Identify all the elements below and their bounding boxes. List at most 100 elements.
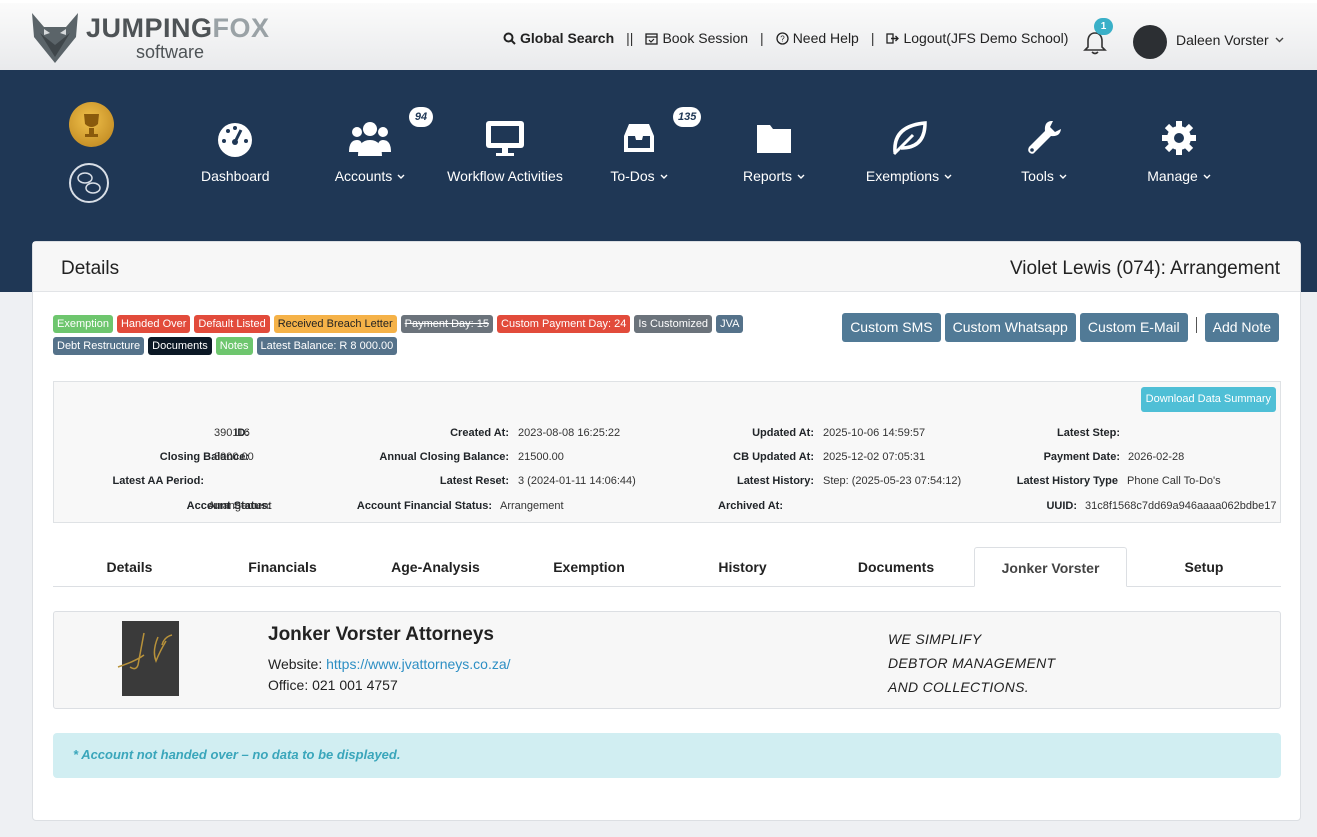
jv-title: Jonker Vorster Attorneys — [268, 624, 494, 645]
info-row: Latest AA Period: Latest Reset: 3 (2024-… — [54, 475, 1280, 489]
help-icon: ? — [776, 31, 789, 45]
status-badge: Is Customized — [634, 315, 713, 333]
info-row: ID: 390116 Created At: 2023-08-08 16:25:… — [54, 427, 1280, 441]
page-title: Details — [61, 258, 120, 279]
nav-tools[interactable]: Tools — [1020, 118, 1068, 184]
global-search-link[interactable]: Global Search — [503, 30, 614, 46]
jv-slogan-line: DEBTOR MANAGEMENT — [888, 655, 1056, 671]
cb-updated-value: 2025-12-02 07:05:31 — [823, 451, 926, 463]
status-badges: Exemption Handed Over Default Listed Rec… — [53, 315, 773, 359]
latest-history-type-label: Latest History Type — [1016, 475, 1118, 487]
dashboard-icon — [218, 123, 252, 157]
jv-signature-icon — [117, 632, 173, 670]
nav-exemptions-label: Exemptions — [865, 168, 940, 184]
jumpingfox-logo[interactable]: JUMPINGFOX software — [30, 9, 270, 67]
nav-dashboard[interactable]: Dashboard — [201, 118, 270, 184]
nav-dashboard-label: Dashboard — [201, 168, 270, 184]
payment-date-label: Payment Date: — [1043, 451, 1120, 463]
nav-exemptions[interactable]: Exemptions — [865, 118, 953, 184]
alert-text: * Account not handed over – no data to b… — [73, 747, 401, 762]
separator: | — [870, 30, 875, 46]
status-badge: Latest Balance: R 8 000.00 — [256, 337, 398, 355]
need-help-label: Need Help — [792, 30, 859, 46]
jv-website-label: Website: — [268, 656, 323, 672]
annual-closing-label: Annual Closing Balance: — [379, 451, 509, 463]
nav-reports-label: Reports — [742, 168, 793, 184]
nav-manage-label: Manage — [1147, 168, 1198, 184]
nav-accounts-label: Accounts — [334, 168, 393, 184]
add-note-button[interactable]: Add Note — [1204, 313, 1279, 342]
nav-workflow-activities[interactable]: Workflow Activities — [446, 118, 564, 184]
tab-details[interactable]: Details — [53, 547, 206, 587]
chevron-down-icon — [1203, 174, 1211, 179]
status-badge: Default Listed — [194, 315, 270, 333]
brand-name-2: FOX — [212, 13, 270, 43]
cb-updated-label: CB Updated At: — [733, 451, 814, 463]
jv-logo — [117, 621, 179, 696]
todos-count-badge: 135 — [673, 107, 702, 127]
status-badge: Notes — [215, 337, 253, 355]
trophy-cup-icon — [84, 114, 99, 137]
chevron-down-icon — [1059, 174, 1067, 179]
chevron-down-icon — [397, 174, 405, 179]
need-help-link[interactable]: ? Need Help — [776, 30, 859, 46]
updated-value: 2025-10-06 14:59:57 — [823, 427, 926, 439]
latest-aa-label: Latest AA Period: — [112, 475, 204, 487]
account-title: Violet Lewis (074): Arrangement — [1009, 258, 1280, 279]
info-alert: * Account not handed over – no data to b… — [53, 733, 1281, 778]
custom-email-button[interactable]: Custom E-Mail — [1079, 313, 1188, 342]
separator: | — [760, 30, 764, 46]
logout-icon — [886, 32, 900, 44]
nav-todos[interactable]: To-Dos — [609, 118, 669, 184]
financial-status-label: Account Financial Status: — [356, 500, 492, 512]
custom-sms-button[interactable]: Custom SMS — [842, 313, 941, 342]
tab-age-analysis[interactable]: Age-Analysis — [359, 547, 512, 587]
svg-text:?: ? — [780, 34, 785, 43]
latest-history-type-value: Phone Call To-Do's — [1127, 475, 1221, 487]
status-badge: Exemption — [53, 315, 113, 333]
fox-logo-icon — [32, 13, 78, 63]
book-session-link[interactable]: Book Session — [645, 30, 748, 46]
nav-reports[interactable]: Reports — [742, 118, 806, 184]
detail-tabs: Details Financials Age-Analysis Exemptio… — [53, 547, 1281, 587]
chevron-down-icon — [660, 174, 668, 179]
download-summary-button[interactable]: Download Data Summary — [1140, 387, 1276, 412]
nav-manage[interactable]: Manage — [1146, 118, 1212, 184]
user-menu[interactable]: Daleen Vorster — [1176, 32, 1284, 48]
nav-todos-label: To-Dos — [610, 168, 655, 184]
card-header: Details Violet Lewis (074): Arrangement — [33, 242, 1300, 292]
folder-icon — [757, 125, 791, 153]
top-bar: JUMPINGFOX software Global Search | | Boo… — [0, 0, 1317, 70]
tab-documents[interactable]: Documents — [819, 547, 973, 587]
closing-balance-value: 8000.00 — [214, 451, 254, 463]
brand-subtitle: software — [136, 42, 205, 62]
info-row: Account Status: Arrangement Account Fina… — [54, 500, 1280, 514]
jv-website: Website: https://www.jvattorneys.co.za/ — [268, 656, 511, 672]
jv-office: Office: 021 001 4757 — [268, 677, 398, 693]
logout-label: Logout(JFS Demo School) — [903, 30, 1069, 46]
tab-jonker-vorster[interactable]: Jonker Vorster — [974, 547, 1127, 587]
tab-exemption[interactable]: Exemption — [512, 547, 666, 587]
tab-history[interactable]: History — [666, 547, 819, 587]
chevron-down-icon — [1275, 37, 1284, 43]
divider — [1195, 317, 1197, 333]
chevron-down-icon — [797, 174, 805, 179]
tab-financials[interactable]: Financials — [206, 547, 359, 587]
tab-setup[interactable]: Setup — [1127, 547, 1281, 587]
custom-whatsapp-button[interactable]: Custom Whatsapp — [944, 313, 1076, 342]
jv-website-link[interactable]: https://www.jvattorneys.co.za/ — [326, 656, 510, 672]
trophy-icon[interactable] — [69, 102, 114, 147]
logout-link[interactable]: Logout(JFS Demo School) — [886, 30, 1068, 46]
annual-closing-value: 21500.00 — [518, 451, 564, 463]
global-search-label: Global Search — [520, 30, 615, 46]
avatar[interactable] — [1133, 25, 1167, 59]
chat-icon[interactable] — [69, 163, 109, 203]
nav-accounts[interactable]: Accounts — [333, 118, 407, 184]
latest-step-label: Latest Step: — [1057, 427, 1120, 439]
user-name: Daleen Vorster — [1176, 32, 1269, 48]
gear-icon — [1162, 121, 1196, 155]
book-session-label: Book Session — [662, 30, 749, 46]
status-badge: Debt Restructure — [53, 337, 145, 355]
created-value: 2023-08-08 16:25:22 — [518, 427, 621, 439]
updated-label: Updated At: — [752, 427, 814, 439]
